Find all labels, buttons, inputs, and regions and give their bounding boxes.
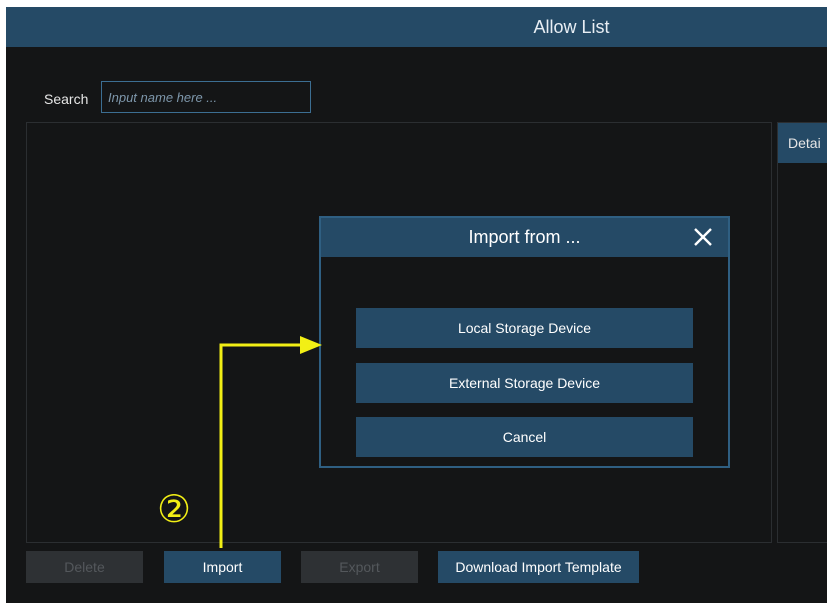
arrowhead-icon bbox=[300, 336, 322, 354]
annotation-arrow bbox=[219, 336, 322, 548]
step-number-marker: ② bbox=[157, 487, 192, 531]
